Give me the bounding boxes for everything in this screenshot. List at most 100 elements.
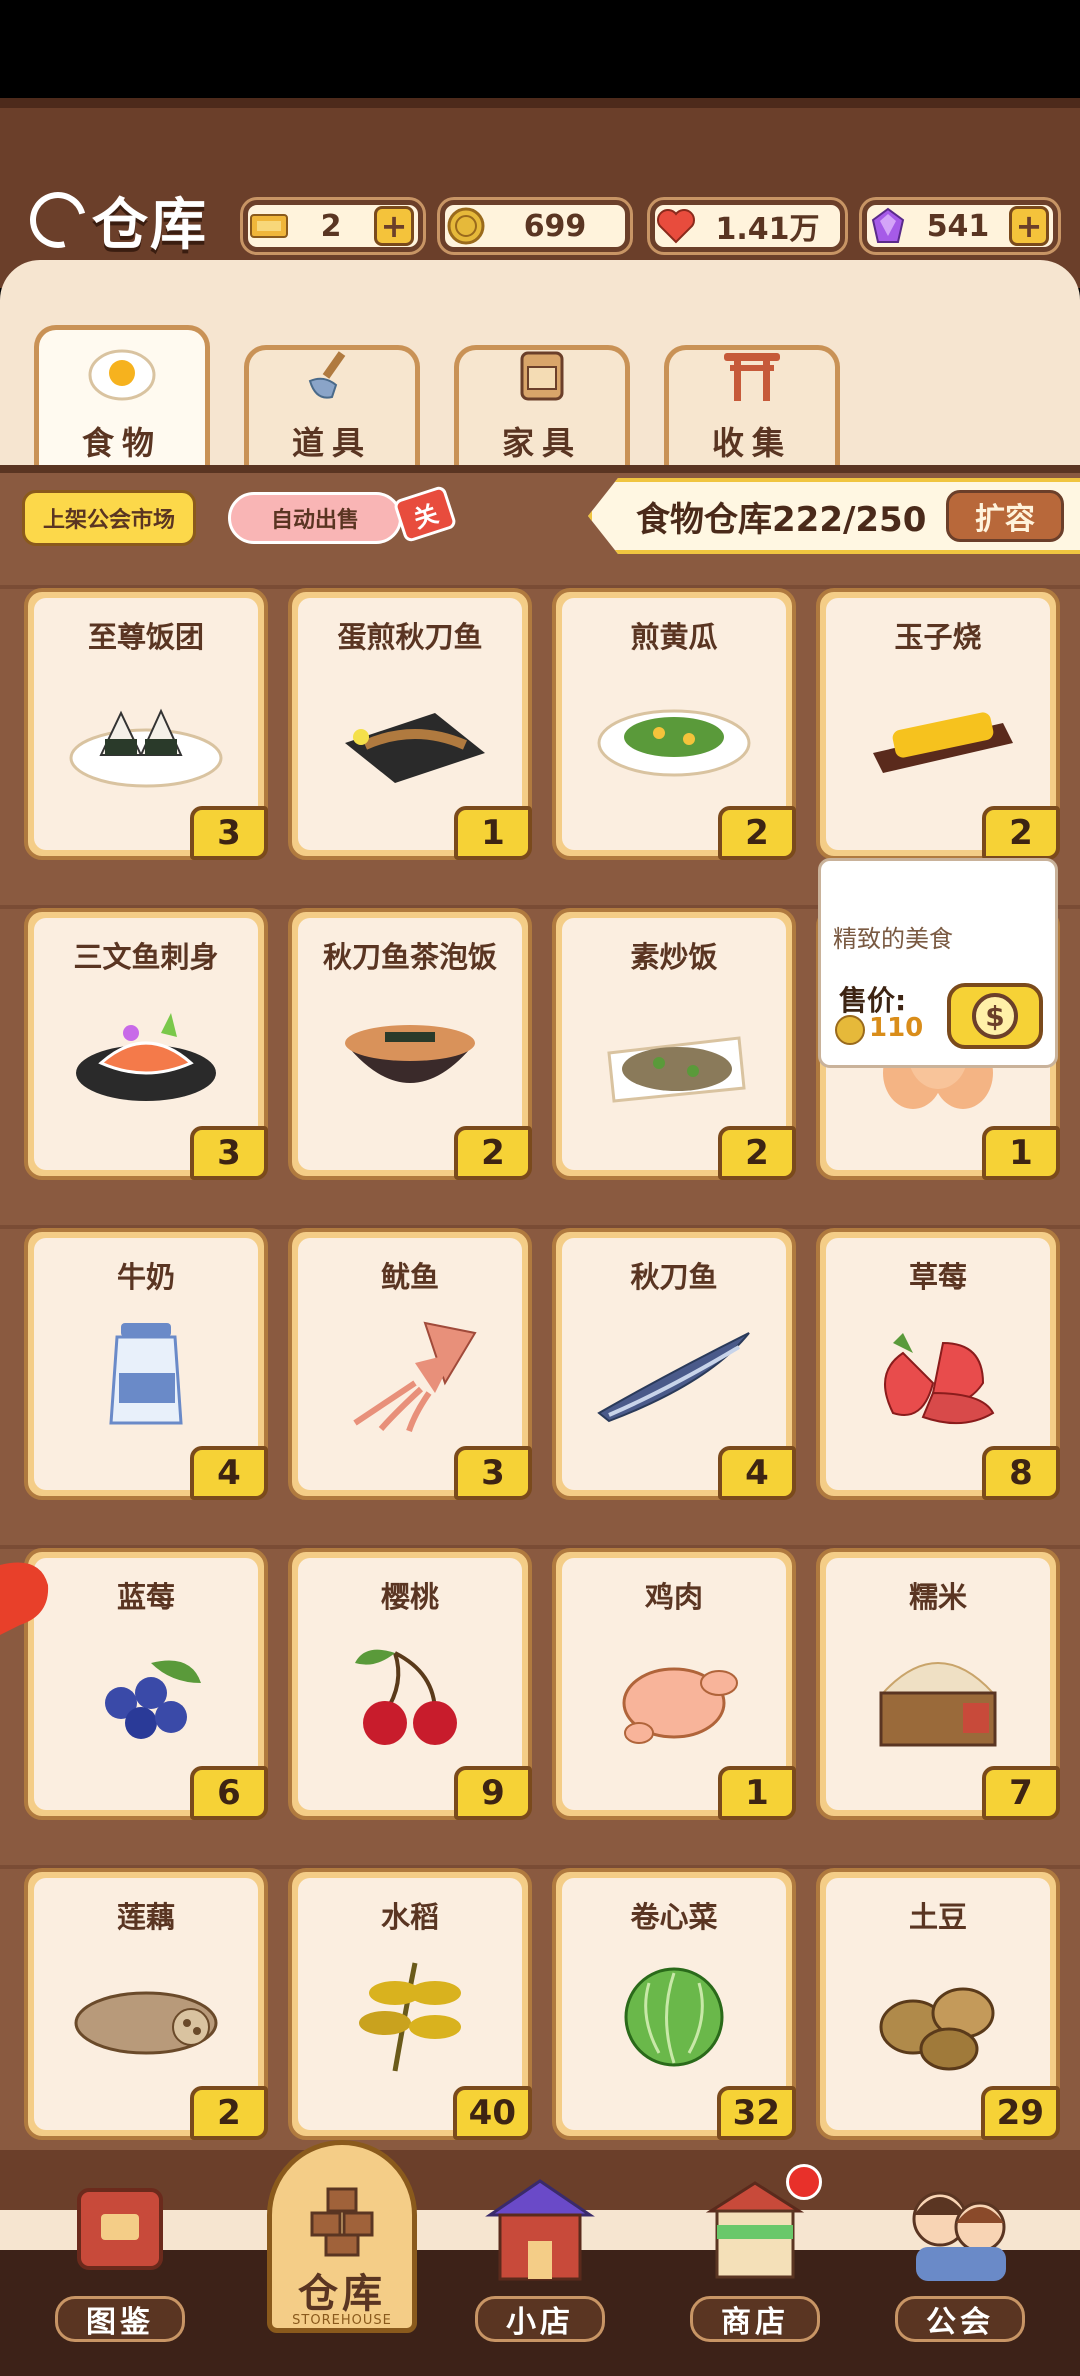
item-name: 三文鱼刺身 [73, 940, 219, 974]
notification-dot [786, 2164, 822, 2200]
item-name: 鸡肉 [644, 1580, 703, 1614]
item-count: 4 [190, 1446, 268, 1500]
tab-furniture-label: 家具 [501, 424, 582, 462]
item-card-inner: 草莓 8 [826, 1238, 1060, 1500]
item-name: 鱿鱼 [380, 1260, 439, 1294]
tab-collect-label: 收集 [711, 424, 792, 462]
nav-storehouse-sub: STOREHOUSE [292, 2313, 392, 2328]
item-card-inner: 水稻 40 [298, 1878, 532, 2140]
add-ticket-button[interactable]: + [374, 206, 414, 246]
ochazuke-icon [298, 988, 522, 1118]
item-name: 蛋煎秋刀鱼 [337, 620, 483, 654]
guild-icon [895, 2170, 1025, 2290]
item-card[interactable]: 蓝莓 6 [24, 1548, 268, 1820]
item-card-inner: 素炒饭 2 [562, 918, 796, 1180]
item-card[interactable]: 鱿鱼 3 [288, 1228, 532, 1500]
item-card-inner: 鸡肉 1 [562, 1558, 796, 1820]
nav-guild[interactable]: 公会 [870, 2170, 1050, 2360]
item-count: 3 [190, 1126, 268, 1180]
rice-ball-icon [34, 668, 258, 798]
storage-capacity-text: 食物仓库222/250 [636, 499, 927, 540]
item-count: 29 [980, 2086, 1060, 2140]
gem-counter: 541 + [862, 200, 1058, 252]
heart-icon [651, 203, 701, 249]
item-count: 32 [716, 2086, 796, 2140]
tooltip-description: 精致的美食 [833, 925, 953, 953]
nav-storehouse-frame: 仓库 STOREHOUSE [267, 2140, 417, 2333]
item-name: 水稻 [380, 1900, 439, 1934]
item-card[interactable]: 秋刀鱼 4 [552, 1228, 796, 1500]
item-card-inner: 秋刀鱼茶泡饭 2 [298, 918, 532, 1180]
item-card[interactable]: 三文鱼刺身 3 [24, 908, 268, 1180]
nav-store-label: 商店 [690, 2296, 820, 2342]
fried-rice-icon [562, 988, 786, 1118]
status-bar [0, 0, 1080, 98]
item-card[interactable]: 煎黄瓜 2 [552, 588, 796, 860]
swirl-decoration-icon [19, 181, 97, 259]
lobster-claw-icon [0, 1555, 50, 1645]
item-card[interactable]: 樱桃 9 [288, 1548, 532, 1820]
salmon-sashimi-icon [34, 988, 258, 1118]
nav-shop[interactable]: 小店 [450, 2170, 630, 2360]
lotus-root-icon [34, 1948, 258, 2078]
tamagoyaki-icon [826, 668, 1050, 798]
add-gem-button[interactable]: + [1009, 206, 1049, 246]
nav-storehouse[interactable]: 仓库 STOREHOUSE [252, 2140, 432, 2333]
gem-icon [863, 203, 913, 249]
item-card[interactable]: 素炒饭 2 [552, 908, 796, 1180]
item-name: 糯米 [908, 1580, 967, 1614]
tab-food-label: 食物 [81, 424, 162, 462]
item-card[interactable]: 草莓 8 [816, 1228, 1060, 1500]
item-card[interactable]: 玉子烧 2 [816, 588, 1060, 860]
nav-collection[interactable]: 图鉴 [30, 2170, 210, 2360]
item-card[interactable]: 糯米 7 [816, 1548, 1060, 1820]
item-card[interactable]: 牛奶 4 [24, 1228, 268, 1500]
item-name: 煎黄瓜 [630, 620, 718, 654]
item-count: 2 [718, 806, 796, 860]
item-card-inner: 蛋煎秋刀鱼 1 [298, 598, 532, 860]
guild-market-button[interactable]: 上架公会市场 [22, 490, 196, 546]
item-name: 草莓 [908, 1260, 967, 1294]
cabinet-icon [514, 347, 570, 412]
torii-icon [720, 347, 784, 412]
item-card[interactable]: 至尊饭团 3 [24, 588, 268, 860]
nav-store[interactable]: 商店 [665, 2170, 845, 2360]
tab-food[interactable]: 食物 [34, 325, 210, 470]
item-card[interactable]: 水稻 40 [288, 1868, 532, 2140]
rice-plant-icon [298, 1948, 522, 2078]
item-card[interactable]: 莲藕 2 [24, 1868, 268, 2140]
item-count: 1 [454, 806, 532, 860]
item-name: 秋刀鱼 [630, 1260, 718, 1294]
item-name: 蓝莓 [116, 1580, 175, 1614]
item-card[interactable]: 蛋煎秋刀鱼 1 [288, 588, 532, 860]
item-card-inner: 糯米 7 [826, 1558, 1060, 1820]
item-name: 牛奶 [116, 1260, 175, 1294]
item-card-inner: 卷心菜 32 [562, 1878, 796, 2140]
item-card-inner: 至尊饭团 3 [34, 598, 268, 860]
sell-button[interactable]: $ [947, 983, 1043, 1049]
item-name: 卷心菜 [630, 1900, 718, 1934]
item-card[interactable]: 卷心菜 32 [552, 1868, 796, 2140]
expand-button[interactable]: 扩容 [946, 490, 1064, 542]
potato-icon [826, 1948, 1050, 2078]
item-card-inner: 莲藕 2 [34, 1878, 268, 2140]
rice-icon [826, 1628, 1050, 1758]
item-count: 3 [454, 1446, 532, 1500]
item-name: 秋刀鱼茶泡饭 [322, 940, 497, 974]
item-card[interactable]: 土豆 29 [816, 1868, 1060, 2140]
shop-icon [475, 2170, 605, 2290]
ticket-icon [244, 203, 294, 249]
item-card[interactable]: 秋刀鱼茶泡饭 2 [288, 908, 532, 1180]
tab-furniture[interactable]: 家具 [454, 345, 630, 470]
tab-collect[interactable]: 收集 [664, 345, 840, 470]
coin-icon [441, 203, 491, 249]
coin-counter: 699 [440, 200, 630, 252]
item-count: 2 [454, 1126, 532, 1180]
item-card-inner: 鱿鱼 3 [298, 1238, 532, 1500]
auto-sell-button[interactable]: 自动出售 [228, 492, 402, 544]
item-count: 8 [982, 1446, 1060, 1500]
tab-tools[interactable]: 道具 [244, 345, 420, 470]
item-card[interactable]: 鸡肉 1 [552, 1548, 796, 1820]
book-icon [55, 2170, 185, 2290]
item-count: 9 [454, 1766, 532, 1820]
